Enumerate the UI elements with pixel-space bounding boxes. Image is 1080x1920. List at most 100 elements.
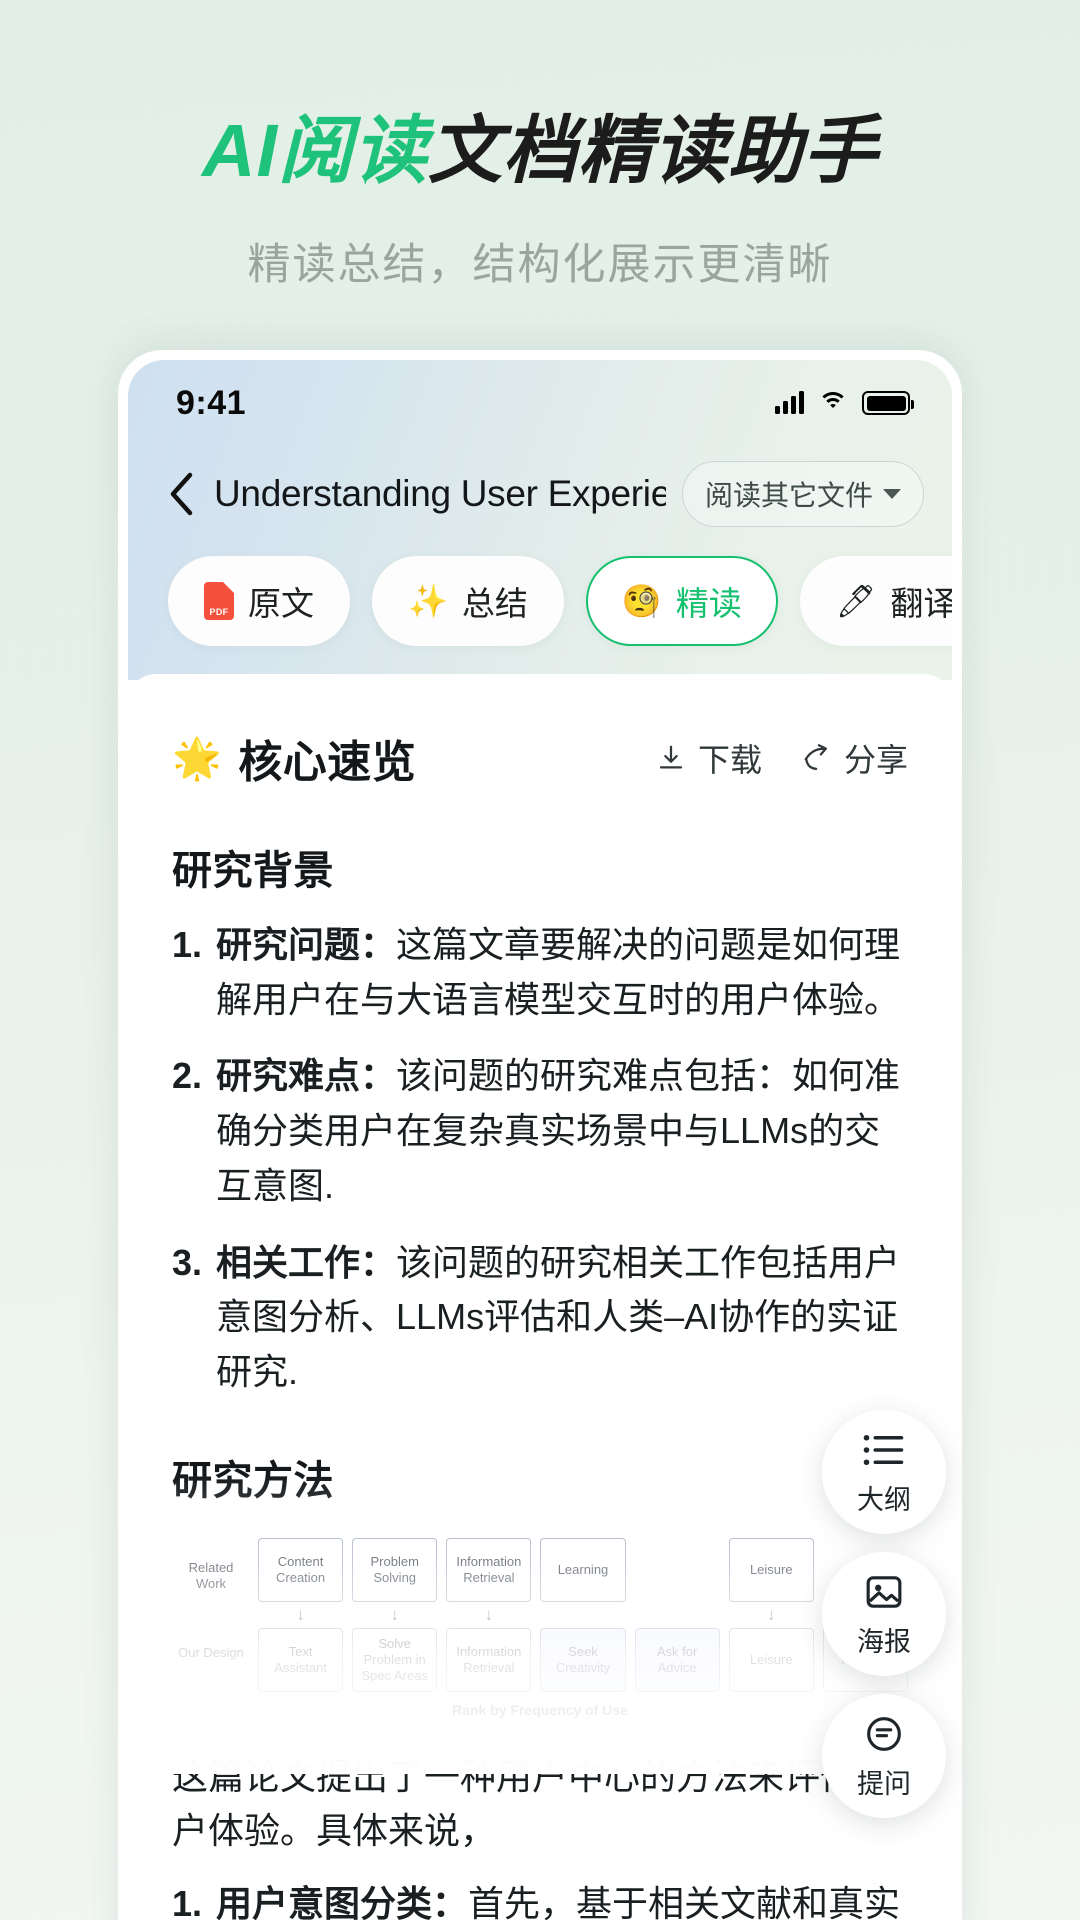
pdf-file-icon: PDF <box>204 582 234 620</box>
image-poster-icon <box>864 1570 904 1614</box>
outline-list-icon <box>863 1428 905 1472</box>
other-files-button[interactable]: 阅读其它文件 <box>681 461 924 527</box>
tab-translate[interactable]: 🖊 翻译 <box>799 556 952 646</box>
tab-close-reading-label: 精读 <box>675 585 742 622</box>
figure-box-top <box>635 1538 720 1602</box>
arrow-down-icon: ↓ <box>484 1604 494 1624</box>
other-files-label: 阅读其它文件 <box>704 480 873 511</box>
figure-caption: Rank by Frequency of Use <box>452 1701 628 1718</box>
chevron-down-icon <box>883 489 901 499</box>
method-figure: Related Work Our Design Content Creation… <box>172 1528 908 1724</box>
promo-title: AI阅读文档精读助手 <box>0 112 1080 190</box>
background-list: 1. 研究问题：这篇文章要解决的问题是如何理解用户在与大语言模型交互时的用户体验… <box>172 918 908 1400</box>
heading-background: 研究背景 <box>172 849 334 893</box>
figure-box-top: Content Creation <box>258 1537 344 1602</box>
list-item-number: 1. <box>172 924 203 965</box>
mode-tabs: PDF 原文 ✨ 总结 🧐 精读 🖊 翻译 💡 脑图 <box>128 542 952 670</box>
figure-column: Information Retrieval ↓ Information Retr… <box>446 1537 532 1692</box>
figure-box-bottom: Text Assistant <box>258 1627 344 1692</box>
list-item: 3. 相关工作：该问题的研究相关工作包括用户意图分析、LLMs评估和人类–AI协… <box>172 1236 908 1400</box>
chat-question-icon <box>864 1712 904 1756</box>
figure-box-top: Problem Solving <box>352 1537 438 1602</box>
dock-ask-label: 提问 <box>857 1768 911 1799</box>
figure-box-top: Information Retrieval <box>446 1537 532 1602</box>
header-actions: 下载 分享 <box>656 735 908 781</box>
figure-row-label: Related Work <box>188 1560 234 1592</box>
figure-column: ↓ Ask for Advice <box>634 1538 720 1692</box>
figure-box-bottom: Ask for Advice <box>634 1627 720 1692</box>
chevron-left-icon[interactable] <box>164 472 198 516</box>
section-title-text: 核心速览 <box>238 738 417 787</box>
figure-box-bottom: Leisure <box>728 1627 814 1692</box>
tab-original-label: 原文 <box>248 585 314 622</box>
promo-subtitle: 精读总结，结构化展示更清晰 <box>247 240 833 289</box>
figure-row-labels: Related Work Our Design <box>172 1538 250 1692</box>
share-icon <box>804 744 827 770</box>
heading-method: 研究方法 <box>172 1458 334 1503</box>
battery-icon <box>862 391 914 415</box>
tab-original[interactable]: PDF 原文 <box>168 556 350 646</box>
dock-ask-button[interactable]: 提问 <box>822 1694 946 1818</box>
app-navbar: Understanding User Experience... 阅读其它文件 <box>128 446 952 542</box>
list-item-number: 2. <box>172 1055 203 1097</box>
figure-box-bottom: Information Retrieval <box>446 1627 532 1692</box>
figure-column: Learning ↓ Seek Creativity <box>540 1537 626 1692</box>
document-title: Understanding User Experience... <box>214 473 666 514</box>
dock-poster-label: 海报 <box>857 1626 911 1657</box>
list-item-number: 3. <box>172 1241 203 1283</box>
download-button[interactable]: 下载 <box>656 735 762 781</box>
share-label: 分享 <box>843 742 908 778</box>
list-item-text: 用户意图分类：首先，基于相关文献和真实世界用户日志，提出了一个包含7种用户意图的… <box>216 1877 908 1920</box>
dock-outline-label: 大纲 <box>857 1484 911 1515</box>
list-item-bold: 用户意图分类： <box>216 1883 469 1920</box>
phone-mockup: 9:41 Understanding User Experience... 阅读… <box>118 350 962 1920</box>
floating-dock: 大纲 海报 提问 <box>822 1410 962 1818</box>
monocle-face-icon: 🧐 <box>621 583 662 619</box>
arrow-down-icon: ↓ <box>296 1604 305 1624</box>
promo-header: AI阅读文档精读助手 精读总结，结构化展示更清晰 <box>0 0 1080 292</box>
arrow-down-icon: ↓ <box>390 1604 399 1624</box>
list-item: 1. 研究问题：这篇文章要解决的问题是如何理解用户在与大语言模型交互时的用户体验… <box>172 918 908 1027</box>
list-item-text: 研究问题：这篇文章要解决的问题是如何理解用户在与大语言模型交互时的用户体验。 <box>216 918 908 1027</box>
promo-title-rest: 文档精读助手 <box>428 109 878 192</box>
list-item: 1. 用户意图分类：首先，基于相关文献和真实世界用户日志，提出了一个包含7种用户… <box>172 1877 908 1920</box>
figure-column: Leisure ↓ Leisure <box>728 1537 814 1692</box>
status-time: 9:41 <box>176 383 247 422</box>
list-item-number: 1. <box>172 1883 203 1920</box>
sparkles-icon: ✨ <box>408 583 448 619</box>
figure-row-label: Our Design <box>178 1645 244 1661</box>
pen-icon: 🖊 <box>835 583 877 619</box>
method-paragraph: 这篇论文提出了一种用户中心的方法来评估用户体验。具体来说， <box>172 1755 893 1852</box>
status-bar: 9:41 <box>128 360 952 446</box>
figure-grid: Related Work Our Design Content Creation… <box>172 1537 908 1692</box>
figure-column: Content Creation ↓ Text Assistant <box>258 1537 344 1692</box>
arrow-down-icon: ↓ <box>767 1604 776 1624</box>
dock-poster-button[interactable]: 海报 <box>822 1552 946 1676</box>
list-item-text: 相关工作：该问题的研究相关工作包括用户意图分析、LLMs评估和人类–AI协作的实… <box>216 1236 908 1400</box>
figure-box-bottom: Seek Creativity <box>540 1627 626 1692</box>
list-item: 2. 研究难点：该问题的研究难点包括：如何准确分类用户在复杂真实场景中与LLMs… <box>172 1049 908 1213</box>
dock-outline-button[interactable]: 大纲 <box>822 1410 946 1534</box>
list-item-bold: 相关工作： <box>216 1241 397 1283</box>
signal-bars-icon <box>775 391 804 414</box>
download-icon <box>659 745 683 769</box>
wifi-icon <box>818 392 848 414</box>
app-top-band: 9:41 Understanding User Experience... 阅读… <box>128 360 952 680</box>
status-icons <box>775 391 914 415</box>
list-item-bold: 研究难点： <box>216 1055 397 1097</box>
list-item-text: 研究难点：该问题的研究难点包括：如何准确分类用户在复杂真实场景中与LLMs的交互… <box>216 1049 908 1213</box>
figure-column: Problem Solving ↓ Solve Problem in Spec … <box>352 1537 438 1692</box>
tab-translate-label: 翻译 <box>890 585 952 622</box>
figure-box-bottom: Solve Problem in Spec Areas <box>352 1627 438 1692</box>
list-item-bold: 研究问题： <box>216 924 397 965</box>
section-header: 🌟 核心速览 下载 分享 <box>172 726 908 790</box>
page-title: 🌟 核心速览 <box>172 726 416 790</box>
download-label: 下载 <box>697 742 762 778</box>
tab-summary-label: 总结 <box>461 585 528 622</box>
tab-summary[interactable]: ✨ 总结 <box>372 556 564 646</box>
method-list: 1. 用户意图分类：首先，基于相关文献和真实世界用户日志，提出了一个包含7种用户… <box>172 1877 908 1920</box>
share-button[interactable]: 分享 <box>802 735 908 781</box>
figure-box-top: Leisure <box>728 1537 814 1602</box>
figure-columns: Content Creation ↓ Text Assistant Proble… <box>258 1537 908 1692</box>
tab-close-reading[interactable]: 🧐 精读 <box>585 556 778 646</box>
